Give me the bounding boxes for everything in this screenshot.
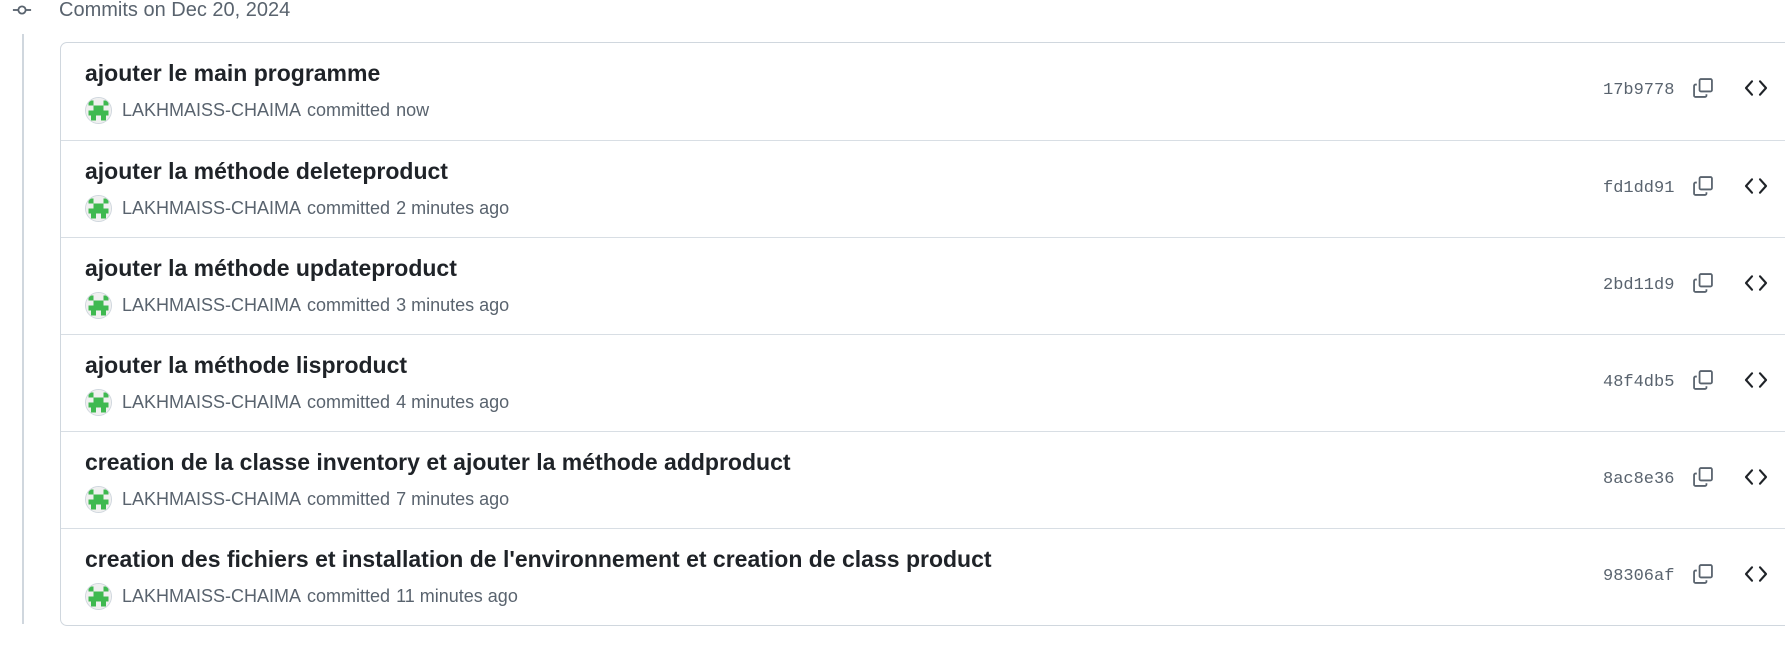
browse-repo-button[interactable] <box>1739 462 1773 496</box>
commit-title-link[interactable]: ajouter la méthode deleteproduct <box>85 158 448 185</box>
copy-sha-button[interactable] <box>1686 73 1720 107</box>
copy-sha-button[interactable] <box>1686 268 1720 302</box>
copy-sha-button[interactable] <box>1686 559 1720 593</box>
commit-title-link[interactable]: ajouter la méthode lisproduct <box>85 352 407 379</box>
commit-sha-link[interactable]: 48f4db5 <box>1603 373 1674 392</box>
copy-icon <box>1692 466 1714 493</box>
author-avatar[interactable] <box>85 582 112 610</box>
commit-meta: LAKHMAISS-CHAIMA committed 11 minutes ago <box>85 581 518 611</box>
committed-label: committed <box>307 294 391 315</box>
commit-time: 7 minutes ago <box>396 488 510 509</box>
copy-icon <box>1692 77 1714 104</box>
commit-row: ajouter la méthode lisproduct LAKHMAISS-C… <box>61 334 1785 431</box>
commit-sha-link[interactable]: fd1dd91 <box>1603 179 1674 198</box>
commit-time: 3 minutes ago <box>396 294 510 315</box>
commit-meta: LAKHMAISS-CHAIMA committed 3 minutes ago <box>85 290 509 320</box>
commit-title-link[interactable]: creation de la classe inventory et ajout… <box>85 449 791 476</box>
git-commit-icon <box>12 0 32 20</box>
commit-list: ajouter le main programme LAKHMAISS-CHAIM… <box>60 42 1785 626</box>
commit-group-title: Commits on Dec 20, 2024 <box>59 0 291 21</box>
code-brackets-icon <box>1744 77 1768 104</box>
commit-time: 4 minutes ago <box>396 391 510 412</box>
committed-label: committed <box>307 391 391 412</box>
author-avatar[interactable] <box>85 291 112 319</box>
code-brackets-icon <box>1744 175 1768 202</box>
copy-icon <box>1692 563 1714 590</box>
commit-meta: LAKHMAISS-CHAIMA committed 2 minutes ago <box>85 193 509 223</box>
committed-label: committed <box>307 585 391 606</box>
committed-label: committed <box>307 99 391 120</box>
code-brackets-icon <box>1744 466 1768 493</box>
copy-sha-button[interactable] <box>1686 462 1720 496</box>
commit-row: creation de la classe inventory et ajout… <box>61 431 1785 528</box>
author-link[interactable]: LAKHMAISS-CHAIMA <box>122 586 301 607</box>
commit-sha-link[interactable]: 98306af <box>1603 567 1674 586</box>
author-link[interactable]: LAKHMAISS-CHAIMA <box>122 198 301 219</box>
commit-time: now <box>396 99 430 120</box>
browse-repo-button[interactable] <box>1739 171 1773 205</box>
commit-time: 2 minutes ago <box>396 197 510 218</box>
copy-icon <box>1692 175 1714 202</box>
commit-row: creation des fichiers et installation de… <box>61 528 1785 625</box>
browse-repo-button[interactable] <box>1739 365 1773 399</box>
commit-sha-link[interactable]: 17b9778 <box>1603 81 1674 100</box>
author-link[interactable]: LAKHMAISS-CHAIMA <box>122 295 301 316</box>
author-avatar[interactable] <box>85 96 112 124</box>
author-link[interactable]: LAKHMAISS-CHAIMA <box>122 489 301 510</box>
browse-repo-button[interactable] <box>1739 268 1773 302</box>
code-brackets-icon <box>1744 272 1768 299</box>
commit-history-page: Commits on Dec 20, 2024 ajouter le main … <box>0 0 1785 664</box>
code-brackets-icon <box>1744 369 1768 396</box>
author-avatar[interactable] <box>85 485 112 513</box>
copy-sha-button[interactable] <box>1686 365 1720 399</box>
commit-row: ajouter la méthode deleteproduct LAKHMAIS… <box>61 140 1785 237</box>
author-avatar[interactable] <box>85 194 112 222</box>
code-brackets-icon <box>1744 563 1768 590</box>
browse-repo-button[interactable] <box>1739 559 1773 593</box>
commit-meta: LAKHMAISS-CHAIMA committed 4 minutes ago <box>85 387 509 417</box>
commit-sha-link[interactable]: 8ac8e36 <box>1603 470 1674 489</box>
commit-meta: LAKHMAISS-CHAIMA committed 7 minutes ago <box>85 484 509 514</box>
commit-time: 11 minutes ago <box>396 585 518 606</box>
commit-row: ajouter la méthode updateproduct LAKHMAIS… <box>61 237 1785 334</box>
author-link[interactable]: LAKHMAISS-CHAIMA <box>122 100 301 121</box>
commit-row: ajouter le main programme LAKHMAISS-CHAIM… <box>61 43 1785 140</box>
timeline-line <box>22 34 24 624</box>
commit-sha-link[interactable]: 2bd11d9 <box>1603 276 1674 295</box>
copy-sha-button[interactable] <box>1686 171 1720 205</box>
committed-label: committed <box>307 488 391 509</box>
copy-icon <box>1692 272 1714 299</box>
commit-group-header: Commits on Dec 20, 2024 <box>12 0 290 22</box>
commit-title-link[interactable]: ajouter le main programme <box>85 60 380 87</box>
browse-repo-button[interactable] <box>1739 73 1773 107</box>
commit-title-link[interactable]: ajouter la méthode updateproduct <box>85 255 457 282</box>
author-link[interactable]: LAKHMAISS-CHAIMA <box>122 392 301 413</box>
commit-meta: LAKHMAISS-CHAIMA committed now <box>85 95 429 125</box>
commit-title-link[interactable]: creation des fichiers et installation de… <box>85 546 992 573</box>
committed-label: committed <box>307 197 391 218</box>
author-avatar[interactable] <box>85 388 112 416</box>
copy-icon <box>1692 369 1714 396</box>
